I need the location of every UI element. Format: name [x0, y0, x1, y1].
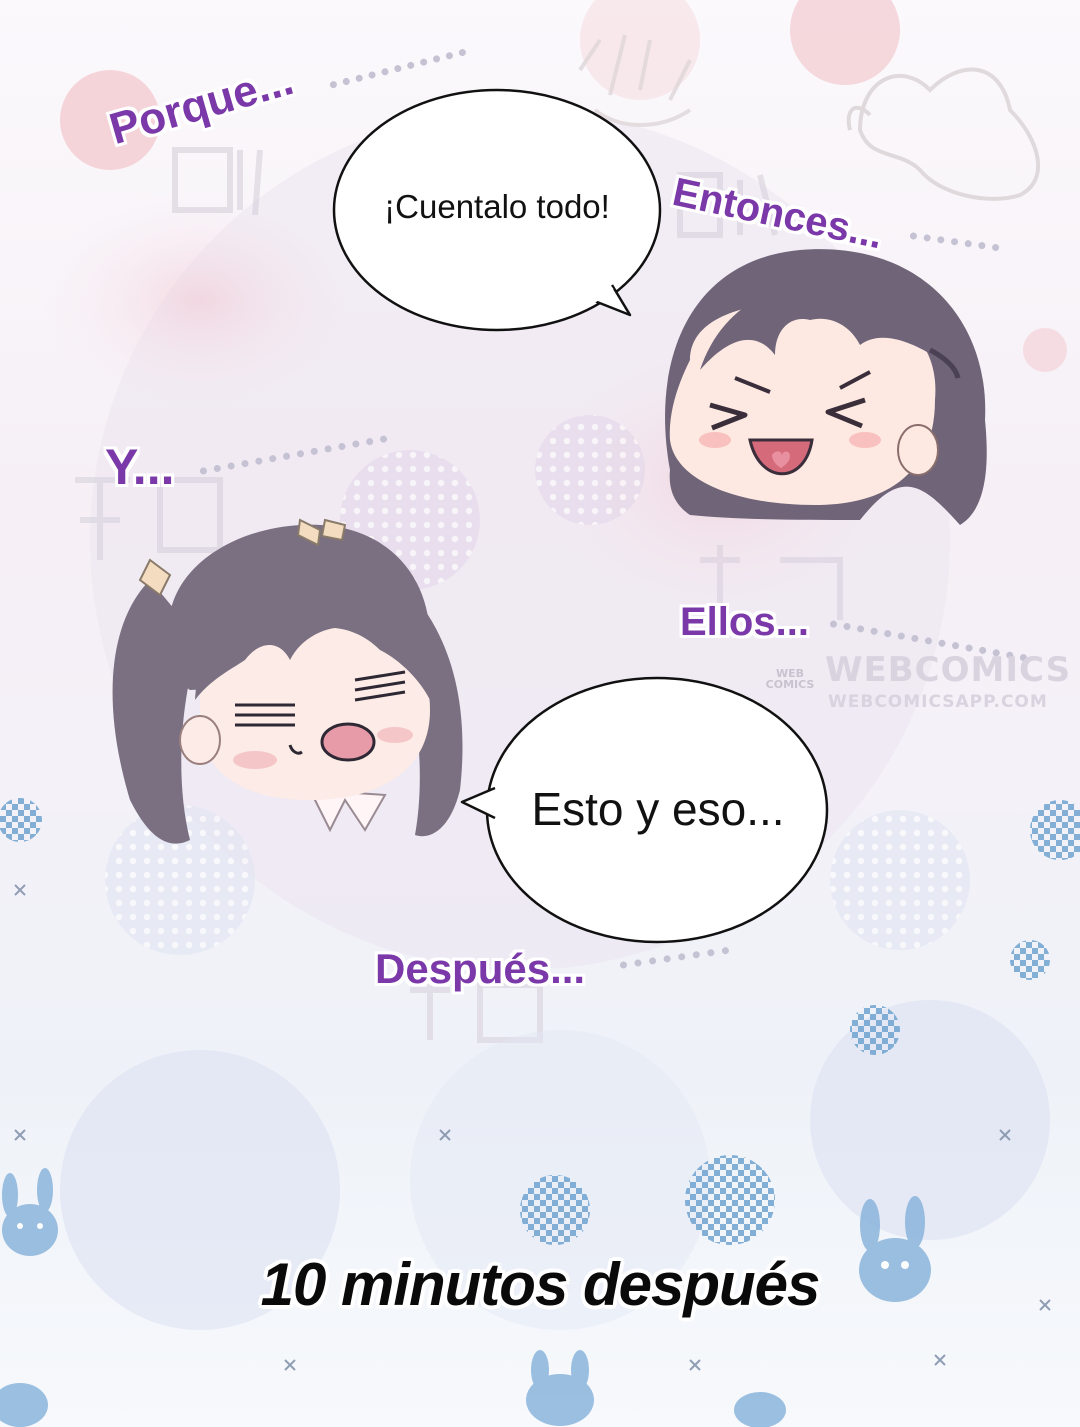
- pink-dot: [1023, 328, 1067, 372]
- boy-chibi-face: [665, 249, 987, 526]
- bubble-text-top: ¡Cuentalo todo!: [384, 188, 610, 225]
- goose-doodle-icon: [846, 67, 1040, 201]
- sfx-ellos: Ellos...: [680, 600, 809, 644]
- bubble-text-bottom: Esto y eso...: [531, 783, 785, 835]
- time-caption: 10 minutos después: [260, 1251, 821, 1318]
- watermark-url: WEBCOMICSAPP.COM: [828, 692, 1048, 712]
- pink-dot: [790, 0, 900, 85]
- comic-panel: WEB COMICS WEBCOMICS WEBCOMICSAPP.COM Po…: [0, 0, 1080, 1427]
- watermark-brand: WEBCOMICS: [825, 650, 1072, 690]
- sfx-despues: Después...: [375, 945, 586, 992]
- watermark-badge: WEB COMICS: [765, 667, 815, 691]
- pink-glow: [40, 190, 360, 410]
- sfx-y: Y...: [105, 439, 175, 495]
